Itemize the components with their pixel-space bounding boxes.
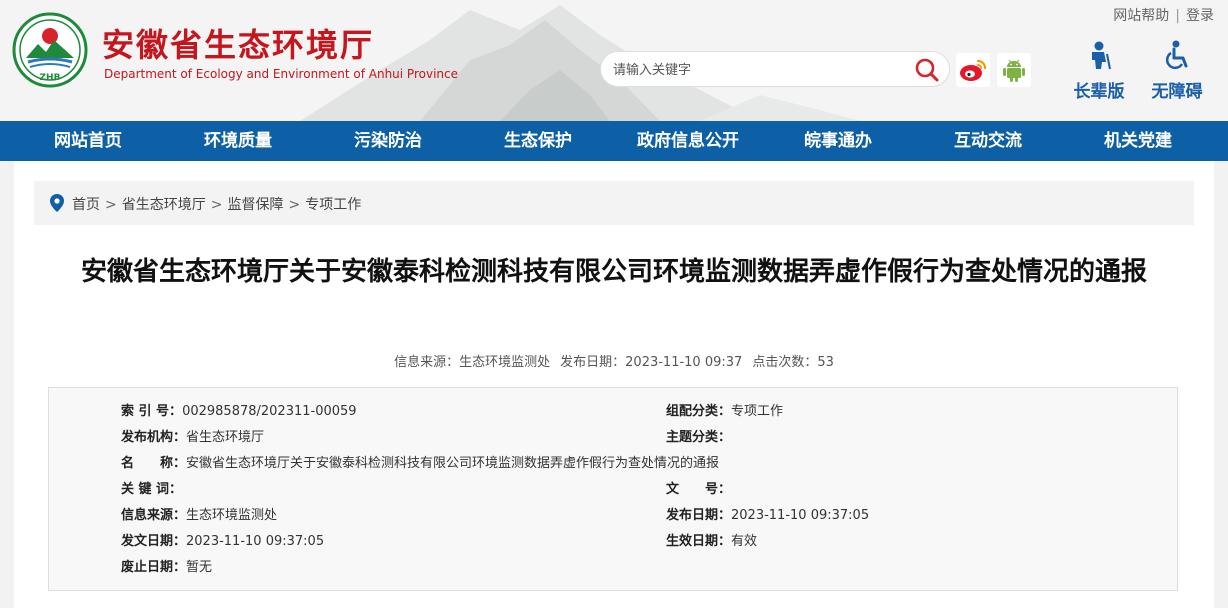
info-key: 发文日期：: [121, 534, 187, 549]
android-icon: [1003, 59, 1025, 82]
info-key: 索 引 号：: [121, 404, 183, 419]
accessibility-button[interactable]: 无障碍: [1145, 40, 1209, 102]
search-button[interactable]: [913, 56, 941, 84]
logo-text: ZHB: [40, 73, 61, 83]
breadcrumb-department[interactable]: 省生态环境厅: [122, 197, 206, 213]
search-input[interactable]: [613, 58, 903, 82]
breadcrumb-separator: >: [105, 197, 117, 213]
search-box: [600, 51, 950, 87]
site-header: ZHB 安徽省生态环境厅 Department of Ecology and E…: [0, 0, 1228, 121]
login-link[interactable]: 登录: [1186, 8, 1214, 24]
info-value: 2023-11-10 09:37:05: [186, 534, 325, 549]
info-value: 专项工作: [731, 404, 784, 419]
info-value: 安徽省生态环境厅关于安徽泰科检测科技有限公司环境监测数据弄虚作假行为查处情况的通…: [186, 456, 720, 471]
info-key: 发布日期：: [666, 508, 732, 523]
android-app-button[interactable]: [997, 53, 1031, 87]
nav-party-building[interactable]: 机关党建: [1086, 121, 1190, 161]
nav-eco-protection[interactable]: 生态保护: [486, 121, 590, 161]
info-row: 发布机构：省生态环境厅 主题分类：: [49, 426, 1179, 452]
info-key: 发布机构：: [121, 430, 187, 445]
breadcrumb: 首页 > 省生态环境厅 > 监督保障 > 专项工作: [34, 181, 1194, 225]
info-value: 暂无: [186, 560, 213, 575]
article-title: 安徽省生态环境厅关于安徽泰科检测科技有限公司环境监测数据弄虚作假行为查处情况的通…: [80, 257, 1147, 287]
search-icon: [915, 58, 939, 82]
breadcrumb-special-work[interactable]: 专项工作: [305, 197, 361, 213]
info-key: 信息来源：: [121, 508, 187, 523]
meta-source: 信息来源：生态环境监测处: [394, 355, 551, 370]
info-row: 关 键 词： 文 号：: [49, 478, 1179, 504]
info-key: 主题分类：: [666, 430, 732, 445]
info-row: 名 称：安徽省生态环境厅关于安徽泰科检测科技有限公司环境监测数据弄虚作假行为查处…: [49, 452, 1179, 478]
wheelchair-icon: [1165, 40, 1188, 70]
info-key: 废止日期：: [121, 560, 187, 575]
info-value: 省生态环境厅: [186, 430, 265, 445]
info-value: 002985878/202311-00059: [182, 404, 357, 419]
info-key: 组配分类：: [666, 404, 732, 419]
nav-home[interactable]: 网站首页: [36, 121, 140, 161]
site-logo[interactable]: ZHB: [12, 12, 88, 88]
nav-gov-info[interactable]: 政府信息公开: [626, 121, 750, 161]
weibo-button[interactable]: [956, 53, 990, 87]
divider: |: [1175, 8, 1180, 24]
location-pin-icon: [50, 194, 64, 212]
help-link[interactable]: 网站帮助: [1113, 8, 1169, 24]
weibo-icon: [960, 59, 987, 81]
info-row: 废止日期：暂无: [49, 556, 1179, 582]
nav-wanshitong[interactable]: 皖事通办: [786, 121, 890, 161]
breadcrumb-home[interactable]: 首页: [72, 197, 100, 213]
top-links: 网站帮助 | 登录: [1113, 5, 1214, 25]
info-row: 发文日期：2023-11-10 09:37:05 生效日期：有效: [49, 530, 1179, 556]
site-title[interactable]: 安徽省生态环境厅: [102, 20, 374, 66]
info-value: 生态环境监测处: [186, 508, 278, 523]
info-key: 文 号：: [666, 482, 732, 497]
nav-pollution-control[interactable]: 污染防治: [336, 121, 440, 161]
nav-environment-quality[interactable]: 环境质量: [186, 121, 290, 161]
info-row: 索 引 号：002985878/202311-00059 组配分类：专项工作: [49, 400, 1179, 426]
meta-click-count: 点击次数：53: [752, 355, 834, 370]
elder-mode-label: 长辈版: [1073, 82, 1125, 102]
info-value: 2023-11-10 09:37:05: [731, 508, 870, 523]
info-key: 关 键 词：: [121, 482, 183, 497]
info-row: 信息来源：生态环境监测处 发布日期：2023-11-10 09:37:05: [49, 504, 1179, 530]
breadcrumb-supervision[interactable]: 监督保障: [227, 197, 283, 213]
elder-mode-button[interactable]: 长辈版: [1067, 40, 1131, 102]
info-key: 生效日期：: [666, 534, 732, 549]
main-nav: 网站首页 环境质量 污染防治 生态保护 政府信息公开 皖事通办 互动交流 机关党…: [0, 121, 1228, 161]
elder-icon: [1092, 41, 1111, 70]
document-info-table: 索 引 号：002985878/202311-00059 组配分类：专项工作 发…: [48, 387, 1178, 591]
meta-publish-date: 发布日期：2023-11-10 09:37: [560, 355, 743, 370]
main-content: 首页 > 省生态环境厅 > 监督保障 > 专项工作 安徽省生态环境厅关于安徽泰科检测科技有限…: [14, 161, 1214, 608]
breadcrumb-separator: >: [288, 197, 301, 213]
site-subtitle: Department of Ecology and Environment of…: [104, 67, 458, 81]
accessibility-label: 无障碍: [1151, 82, 1203, 102]
info-value: 有效: [731, 534, 758, 549]
nav-interaction[interactable]: 互动交流: [936, 121, 1040, 161]
article-meta: 信息来源：生态环境监测处 发布日期：2023-11-10 09:37 点击次数：53: [14, 351, 1214, 370]
info-key: 名 称：: [121, 456, 187, 471]
breadcrumb-separator: >: [210, 197, 223, 213]
